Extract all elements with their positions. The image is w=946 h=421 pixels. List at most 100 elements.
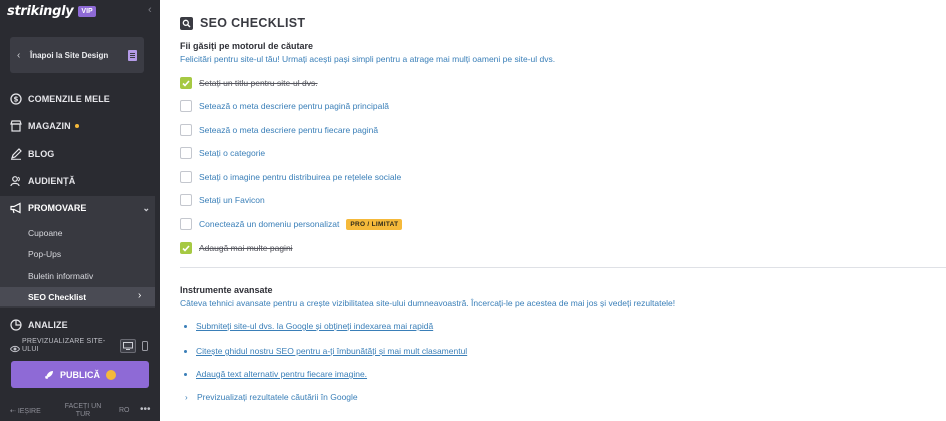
svg-text:$: $ (14, 96, 19, 104)
submit-to-google-link[interactable]: Submiteți site-ul dvs. la Google și obți… (196, 321, 433, 331)
google-preview-label: Previzualizați rezultatele căutării în G… (197, 392, 358, 402)
checklist-label[interactable]: Setați un Favicon (199, 195, 265, 205)
sidebar-item-label: BLOG (28, 149, 55, 159)
publish-label: PUBLICĂ (60, 369, 100, 380)
section-heading: Fii găsiți pe motorul de căutare (180, 41, 314, 51)
checklist-item[interactable]: Adaugă mai multe pagini (180, 241, 293, 255)
checklist-item[interactable]: Setați o categorie (180, 146, 265, 160)
checklist-label: Adaugă mai multe pagini (199, 243, 293, 253)
analytics-icon (10, 319, 22, 331)
bullet (184, 349, 187, 353)
sidebar-item-audience[interactable]: AUDIENȚĂ (10, 173, 150, 189)
collapse-sidebar-icon[interactable]: ‹ (148, 4, 152, 16)
list-item: Adaugă text alternativ pentru fiecare im… (184, 368, 367, 380)
more-options-icon[interactable]: ••• (140, 404, 151, 415)
pen-icon (10, 148, 22, 160)
sidebar-subitem-coupons[interactable]: Cupoane (28, 228, 63, 238)
sidebar: strikingly VIP ‹ ‹ Înapoi la Site Design… (0, 0, 160, 421)
chevron-left-icon: ‹ (17, 49, 21, 61)
brand-logo[interactable]: strikingly VIP (7, 3, 96, 19)
checklist-label[interactable]: Conectează un domeniu personalizat (199, 219, 339, 229)
sidebar-footer: ⇠ IEȘIRE FACEȚI UN TUR RO ••• (0, 400, 160, 421)
sidebar-subitem-label: SEO Checklist (28, 292, 87, 302)
checkbox[interactable] (180, 147, 192, 159)
site-preview-row: PREVIZUALIZARE SITE-ULUI (9, 336, 150, 356)
users-icon (10, 175, 22, 187)
divider (180, 267, 946, 268)
seo-guide-link[interactable]: Citește ghidul nostru SEO pentru a-ți îm… (196, 346, 467, 356)
mobile-preview-button[interactable] (140, 339, 150, 353)
preview-label: PREVIZUALIZARE SITE-ULUI (22, 338, 106, 353)
pro-badge: PRO / LIMITAT (346, 218, 403, 230)
eye-icon (9, 341, 21, 353)
checkmark-icon (182, 79, 190, 87)
desktop-icon (123, 342, 134, 350)
brand-name: strikingly (7, 3, 74, 19)
store-icon (10, 120, 22, 132)
sidebar-item-label: AUDIENȚĂ (28, 176, 76, 186)
bullet (184, 324, 187, 328)
sidebar-item-label: PROMOVARE (28, 203, 87, 213)
rocket-icon (44, 370, 54, 380)
checklist-label[interactable]: Setează o meta descriere pentru pagină p… (199, 101, 389, 111)
megaphone-icon (10, 202, 22, 214)
checkbox[interactable] (180, 194, 192, 206)
bullet (184, 372, 187, 376)
tour-button[interactable]: FACEȚI UN TUR (60, 403, 106, 419)
main-content: SEO CHECKLIST Fii găsiți pe motorul de c… (160, 0, 946, 421)
checklist-item[interactable]: Setează o meta descriere pentru pagină p… (180, 99, 389, 113)
document-icon (128, 49, 137, 61)
checkbox-checked[interactable] (180, 77, 192, 89)
sidebar-subitem-popups[interactable]: Pop-Ups (28, 249, 61, 259)
chevron-right-icon: › (185, 392, 188, 402)
sidebar-subitem-newsletter[interactable]: Buletin informativ (28, 271, 93, 281)
checklist-label[interactable]: Setează o meta descriere pentru fiecare … (199, 125, 378, 135)
checkbox[interactable] (180, 100, 192, 112)
alt-text-link[interactable]: Adaugă text alternativ pentru fiecare im… (196, 369, 367, 379)
google-preview-toggle[interactable]: › Previzualizați rezultatele căutării în… (185, 391, 358, 403)
sidebar-item-orders[interactable]: $ COMENZILE MELE (10, 91, 150, 107)
exit-label: IEȘIRE (17, 408, 41, 415)
notification-dot (74, 124, 79, 128)
sidebar-item-label: MAGAZIN (28, 121, 71, 131)
page-title: SEO CHECKLIST (200, 16, 306, 30)
language-selector[interactable]: RO (119, 407, 130, 414)
checklist-item[interactable]: Setează o meta descriere pentru fiecare … (180, 123, 378, 137)
checklist-label: Setați un titlu pentru site-ul dvs. (199, 78, 318, 88)
back-to-design-button[interactable]: ‹ Înapoi la Site Design (10, 37, 144, 73)
section-description: Câteva tehnici avansate pentru a crește … (180, 298, 676, 308)
sidebar-item-promote[interactable]: PROMOVARE ⌄ (10, 200, 150, 216)
back-label: Înapoi la Site Design (30, 50, 109, 60)
crown-icon (106, 369, 116, 380)
checkbox[interactable] (180, 124, 192, 136)
mobile-icon (142, 341, 149, 351)
checklist-item[interactable]: Setați un Favicon (180, 193, 265, 207)
sidebar-item-blog[interactable]: BLOG (10, 146, 150, 162)
checklist-label[interactable]: Setați o categorie (199, 148, 265, 158)
checkmark-icon (182, 244, 190, 252)
sidebar-item-store[interactable]: MAGAZIN (10, 118, 150, 134)
checklist-label[interactable]: Setați o imagine pentru distribuirea pe … (199, 172, 401, 182)
checkbox-checked[interactable] (180, 242, 192, 254)
sidebar-item-label: COMENZILE MELE (28, 94, 110, 104)
exit-button[interactable]: ⇠ IEȘIRE (10, 407, 41, 415)
checkbox[interactable] (180, 171, 192, 183)
section-heading: Instrumente avansate (180, 285, 273, 295)
list-item: Submiteți site-ul dvs. la Google și obți… (184, 320, 433, 332)
vip-badge: VIP (78, 5, 96, 17)
chevron-down-icon: ⌄ (142, 202, 150, 213)
dollar-icon: $ (10, 93, 22, 105)
list-item: Citește ghidul nostru SEO pentru a-ți îm… (184, 345, 467, 357)
section-description: Felicitări pentru site-ul tău! Urmați ac… (180, 54, 556, 64)
checklist-item[interactable]: Conectează un domeniu personalizat PRO /… (180, 217, 403, 231)
checklist-item[interactable]: Setați o imagine pentru distribuirea pe … (180, 170, 401, 184)
search-icon (180, 16, 193, 30)
publish-button[interactable]: PUBLICĂ (11, 361, 149, 388)
checklist-item[interactable]: Setați un titlu pentru site-ul dvs. (180, 76, 318, 90)
chevron-right-icon: › (138, 290, 142, 301)
sidebar-item-label: ANALIZE (28, 320, 68, 330)
checkbox[interactable] (180, 218, 192, 230)
desktop-preview-button[interactable] (120, 339, 137, 353)
sidebar-item-analytics[interactable]: ANALIZE (10, 317, 150, 333)
page-header: SEO CHECKLIST (180, 16, 305, 30)
